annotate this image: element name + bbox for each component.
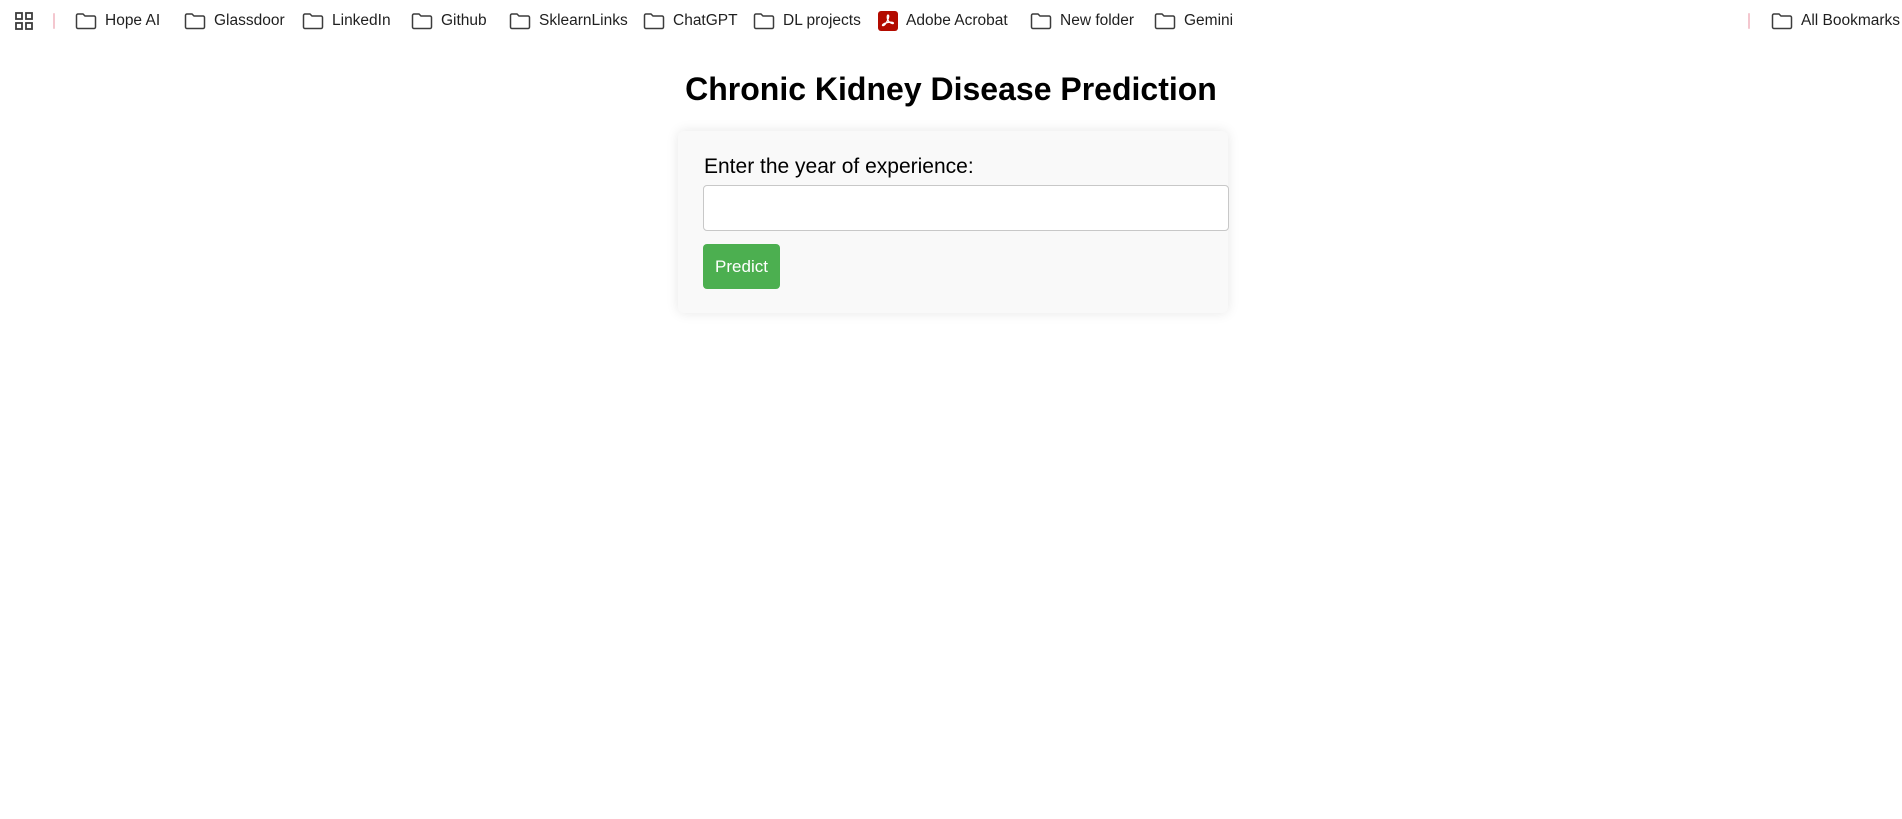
bookmark-dl-projects[interactable]: DL projects <box>749 8 865 34</box>
bookmark-sklearnlinks[interactable]: SklearnLinks <box>505 8 632 34</box>
bookmark-label: Gemini <box>1184 12 1234 30</box>
bookmark-chatgpt[interactable]: ChatGPT <box>639 8 742 34</box>
folder-icon <box>1154 13 1176 30</box>
bookmark-label: New folder <box>1060 12 1135 30</box>
all-bookmarks-button[interactable]: All Bookmarks <box>1767 8 1902 34</box>
folder-icon <box>753 13 775 30</box>
bookmark-gemini[interactable]: Gemini <box>1150 8 1237 34</box>
bookmarks-bar: Hope AI Glassdoor LinkedIn Github Sklear… <box>0 0 1902 42</box>
experience-input[interactable] <box>703 185 1229 231</box>
folder-icon <box>184 13 206 30</box>
bookmark-label: Github <box>441 12 487 30</box>
bookmark-label: DL projects <box>783 12 861 30</box>
predict-button[interactable]: Predict <box>703 244 780 289</box>
bookmark-linkedin[interactable]: LinkedIn <box>298 8 395 34</box>
adobe-acrobat-icon <box>878 11 898 31</box>
apps-grid-icon[interactable] <box>12 9 36 33</box>
bookmark-glassdoor[interactable]: Glassdoor <box>180 8 289 34</box>
folder-icon <box>1030 13 1052 30</box>
folder-icon <box>302 13 324 30</box>
folder-icon <box>75 13 97 30</box>
page-title: Chronic Kidney Disease Prediction <box>685 71 1217 107</box>
prediction-form-card: Enter the year of experience: Predict <box>678 131 1229 313</box>
bookmark-adobe-acrobat[interactable]: Adobe Acrobat <box>874 8 1012 34</box>
folder-icon <box>643 13 665 30</box>
folder-icon <box>509 13 531 30</box>
bookmark-label: ChatGPT <box>673 12 738 30</box>
bookmark-label: Adobe Acrobat <box>906 12 1008 30</box>
folder-icon <box>411 13 433 30</box>
bookmarks-separator <box>53 13 55 29</box>
bookmark-label: LinkedIn <box>332 12 391 30</box>
bookmark-label: SklearnLinks <box>539 12 628 30</box>
bookmark-new-folder[interactable]: New folder <box>1026 8 1138 34</box>
experience-label: Enter the year of experience: <box>704 155 974 178</box>
bookmark-github[interactable]: Github <box>407 8 491 34</box>
bookmarks-separator <box>1748 13 1750 29</box>
bookmark-label: Hope AI <box>105 12 161 30</box>
bookmark-label: All Bookmarks <box>1801 12 1901 30</box>
bookmark-label: Glassdoor <box>214 12 285 30</box>
bookmark-hope-ai[interactable]: Hope AI <box>71 8 164 34</box>
folder-icon <box>1771 13 1793 30</box>
